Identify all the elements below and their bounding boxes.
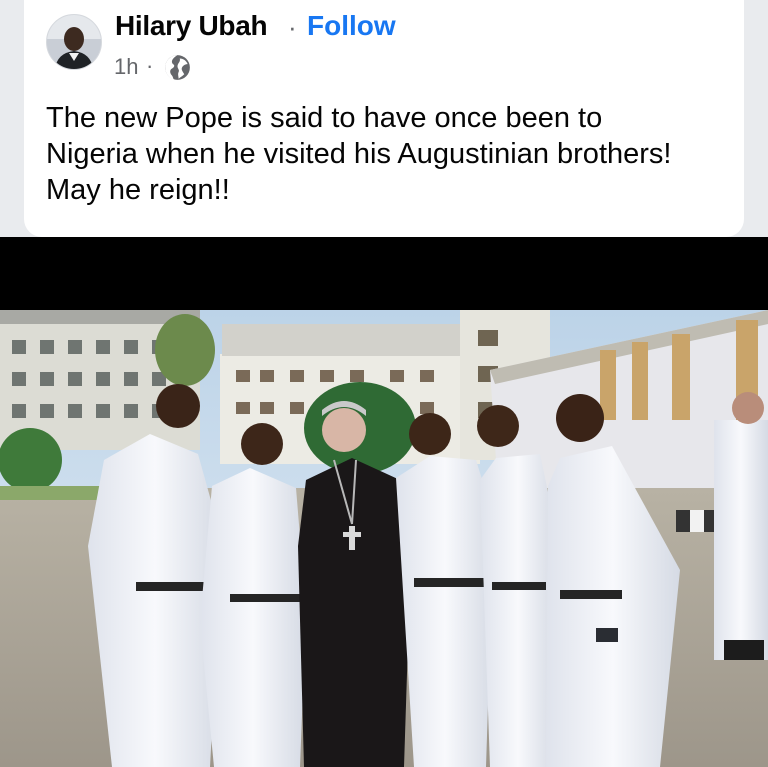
avatar[interactable] (46, 14, 102, 70)
photo-letterbox-band (0, 237, 768, 310)
globe-icon[interactable] (164, 54, 191, 81)
friars-group-photo (0, 310, 768, 767)
post-text: The new Pope is said to have once been t… (46, 102, 672, 206)
avatar-image (47, 15, 101, 69)
post-time[interactable]: 1h (114, 54, 138, 80)
meta-separator: · (146, 53, 154, 78)
follow-button[interactable]: Follow (307, 10, 396, 42)
post-card: Hilary Ubah · Follow 1h · The new Pope i… (24, 0, 744, 237)
author-name[interactable]: Hilary Ubah (115, 10, 268, 42)
post-photo[interactable] (0, 310, 768, 767)
name-separator: · (288, 12, 297, 42)
